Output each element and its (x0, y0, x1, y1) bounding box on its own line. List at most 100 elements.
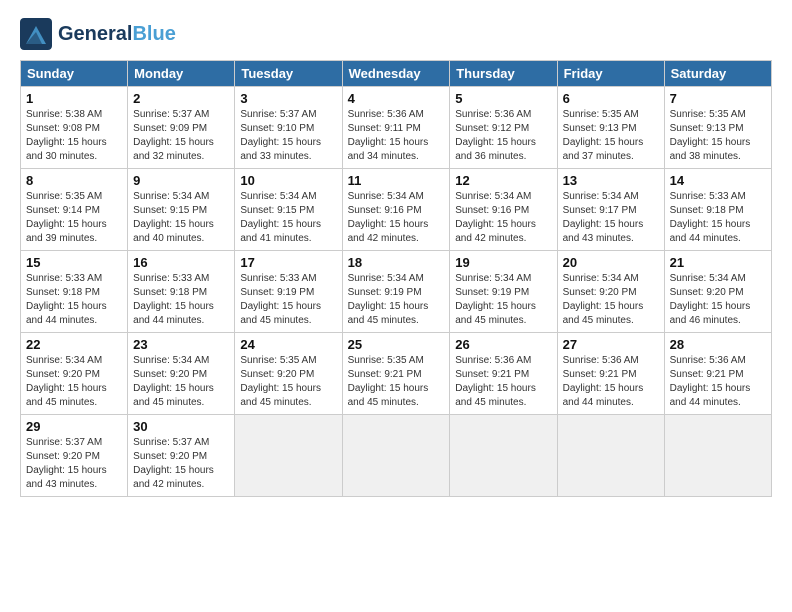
day-info: Sunrise: 5:35 AMSunset: 9:20 PMDaylight:… (240, 354, 336, 410)
day-info: Sunrise: 5:34 AMSunset: 9:16 PMDaylight:… (348, 190, 445, 246)
weekday-header: Friday (557, 61, 664, 87)
calendar-cell: 30 Sunrise: 5:37 AMSunset: 9:20 PMDayligh… (128, 415, 235, 497)
calendar-cell: 1 Sunrise: 5:38 AMSunset: 9:08 PMDaylight… (21, 87, 128, 169)
calendar-cell (235, 415, 342, 497)
day-number: 7 (670, 91, 766, 106)
page: GeneralBlue SundayMondayTuesdayWednesday… (0, 0, 792, 612)
calendar-cell: 7Sunrise: 5:35 AMSunset: 9:13 PMDaylight… (664, 87, 771, 169)
calendar-cell: 28Sunrise: 5:36 AMSunset: 9:21 PMDayligh… (664, 333, 771, 415)
day-info: Sunrise: 5:34 AMSunset: 9:19 PMDaylight:… (348, 272, 445, 328)
weekday-header: Sunday (21, 61, 128, 87)
weekday-header: Tuesday (235, 61, 342, 87)
calendar-cell: 19Sunrise: 5:34 AMSunset: 9:19 PMDayligh… (450, 251, 557, 333)
day-number: 23 (133, 337, 229, 352)
day-info: Sunrise: 5:34 AMSunset: 9:19 PMDaylight:… (455, 272, 551, 328)
day-number: 25 (348, 337, 445, 352)
calendar-cell: 4 Sunrise: 5:36 AMSunset: 9:11 PMDaylight… (342, 87, 450, 169)
day-info: Sunrise: 5:33 AMSunset: 9:18 PMDaylight:… (133, 272, 229, 328)
calendar-cell: 29 Sunrise: 5:37 AMSunset: 9:20 PMDayligh… (21, 415, 128, 497)
calendar-cell (450, 415, 557, 497)
day-info: Sunrise: 5:37 AMSunset: 9:09 PMDaylight:… (133, 108, 229, 164)
day-number: 4 (348, 91, 445, 106)
calendar-row: 22Sunrise: 5:34 AMSunset: 9:20 PMDayligh… (21, 333, 772, 415)
calendar-cell: 27 Sunrise: 5:36 AMSunset: 9:21 PMDayligh… (557, 333, 664, 415)
day-number: 18 (348, 255, 445, 270)
calendar-row: 15 Sunrise: 5:33 AMSunset: 9:18 PMDayligh… (21, 251, 772, 333)
day-number: 9 (133, 173, 229, 188)
day-info: Sunrise: 5:37 AMSunset: 9:20 PMDaylight:… (26, 436, 122, 492)
day-number: 11 (348, 173, 445, 188)
day-info: Sunrise: 5:37 AMSunset: 9:20 PMDaylight:… (133, 436, 229, 492)
calendar-cell (664, 415, 771, 497)
calendar-cell: 21 Sunrise: 5:34 AMSunset: 9:20 PMDayligh… (664, 251, 771, 333)
day-number: 21 (670, 255, 766, 270)
calendar-cell (342, 415, 450, 497)
day-info: Sunrise: 5:35 AMSunset: 9:14 PMDaylight:… (26, 190, 122, 246)
calendar-cell: 5 Sunrise: 5:36 AMSunset: 9:12 PMDaylight… (450, 87, 557, 169)
day-info: Sunrise: 5:34 AMSunset: 9:15 PMDaylight:… (133, 190, 229, 246)
calendar-cell: 26Sunrise: 5:36 AMSunset: 9:21 PMDayligh… (450, 333, 557, 415)
day-info: Sunrise: 5:37 AMSunset: 9:10 PMDaylight:… (240, 108, 336, 164)
day-info: Sunrise: 5:33 AMSunset: 9:18 PMDaylight:… (670, 190, 766, 246)
calendar-cell: 16 Sunrise: 5:33 AMSunset: 9:18 PMDayligh… (128, 251, 235, 333)
calendar-cell: 11 Sunrise: 5:34 AMSunset: 9:16 PMDayligh… (342, 169, 450, 251)
calendar-cell: 3 Sunrise: 5:37 AMSunset: 9:10 PMDaylight… (235, 87, 342, 169)
day-number: 1 (26, 91, 122, 106)
calendar-cell: 8 Sunrise: 5:35 AMSunset: 9:14 PMDaylight… (21, 169, 128, 251)
day-info: Sunrise: 5:34 AMSunset: 9:17 PMDaylight:… (563, 190, 659, 246)
day-info: Sunrise: 5:35 AMSunset: 9:21 PMDaylight:… (348, 354, 445, 410)
day-number: 5 (455, 91, 551, 106)
day-number: 29 (26, 419, 122, 434)
day-info: Sunrise: 5:36 AMSunset: 9:11 PMDaylight:… (348, 108, 445, 164)
day-info: Sunrise: 5:33 AMSunset: 9:19 PMDaylight:… (240, 272, 336, 328)
day-info: Sunrise: 5:33 AMSunset: 9:18 PMDaylight:… (26, 272, 122, 328)
day-info: Sunrise: 5:36 AMSunset: 9:12 PMDaylight:… (455, 108, 551, 164)
calendar-cell: 2 Sunrise: 5:37 AMSunset: 9:09 PMDaylight… (128, 87, 235, 169)
calendar-cell: 17Sunrise: 5:33 AMSunset: 9:19 PMDayligh… (235, 251, 342, 333)
weekday-header: Thursday (450, 61, 557, 87)
calendar-table: SundayMondayTuesdayWednesdayThursdayFrid… (20, 60, 772, 497)
calendar-cell: 22Sunrise: 5:34 AMSunset: 9:20 PMDayligh… (21, 333, 128, 415)
day-info: Sunrise: 5:36 AMSunset: 9:21 PMDaylight:… (563, 354, 659, 410)
weekday-header: Monday (128, 61, 235, 87)
calendar-cell: 23Sunrise: 5:34 AMSunset: 9:20 PMDayligh… (128, 333, 235, 415)
calendar-row: 29 Sunrise: 5:37 AMSunset: 9:20 PMDayligh… (21, 415, 772, 497)
day-number: 3 (240, 91, 336, 106)
logo: GeneralBlue (20, 18, 176, 50)
day-number: 6 (563, 91, 659, 106)
day-info: Sunrise: 5:36 AMSunset: 9:21 PMDaylight:… (670, 354, 766, 410)
day-number: 12 (455, 173, 551, 188)
calendar-header-row: SundayMondayTuesdayWednesdayThursdayFrid… (21, 61, 772, 87)
day-info: Sunrise: 5:38 AMSunset: 9:08 PMDaylight:… (26, 108, 122, 164)
day-info: Sunrise: 5:34 AMSunset: 9:20 PMDaylight:… (26, 354, 122, 410)
day-number: 2 (133, 91, 229, 106)
day-number: 10 (240, 173, 336, 188)
calendar-row: 1 Sunrise: 5:38 AMSunset: 9:08 PMDaylight… (21, 87, 772, 169)
day-info: Sunrise: 5:36 AMSunset: 9:21 PMDaylight:… (455, 354, 551, 410)
calendar-cell: 9 Sunrise: 5:34 AMSunset: 9:15 PMDaylight… (128, 169, 235, 251)
calendar-cell: 10 Sunrise: 5:34 AMSunset: 9:15 PMDayligh… (235, 169, 342, 251)
day-number: 8 (26, 173, 122, 188)
calendar-cell: 25 Sunrise: 5:35 AMSunset: 9:21 PMDayligh… (342, 333, 450, 415)
logo-icon (20, 18, 52, 50)
calendar-cell: 12 Sunrise: 5:34 AMSunset: 9:16 PMDayligh… (450, 169, 557, 251)
day-number: 20 (563, 255, 659, 270)
day-number: 27 (563, 337, 659, 352)
header: GeneralBlue (20, 18, 772, 50)
day-number: 13 (563, 173, 659, 188)
day-number: 30 (133, 419, 229, 434)
day-info: Sunrise: 5:34 AMSunset: 9:15 PMDaylight:… (240, 190, 336, 246)
day-number: 15 (26, 255, 122, 270)
day-info: Sunrise: 5:34 AMSunset: 9:20 PMDaylight:… (563, 272, 659, 328)
day-info: Sunrise: 5:34 AMSunset: 9:20 PMDaylight:… (670, 272, 766, 328)
calendar-cell: 6 Sunrise: 5:35 AMSunset: 9:13 PMDaylight… (557, 87, 664, 169)
calendar-cell: 13 Sunrise: 5:34 AMSunset: 9:17 PMDayligh… (557, 169, 664, 251)
day-info: Sunrise: 5:34 AMSunset: 9:16 PMDaylight:… (455, 190, 551, 246)
weekday-header: Wednesday (342, 61, 450, 87)
day-number: 14 (670, 173, 766, 188)
logo-line1: GeneralBlue (58, 23, 176, 45)
calendar-cell: 18 Sunrise: 5:34 AMSunset: 9:19 PMDayligh… (342, 251, 450, 333)
day-info: Sunrise: 5:35 AMSunset: 9:13 PMDaylight:… (563, 108, 659, 164)
day-number: 16 (133, 255, 229, 270)
calendar-row: 8 Sunrise: 5:35 AMSunset: 9:14 PMDaylight… (21, 169, 772, 251)
